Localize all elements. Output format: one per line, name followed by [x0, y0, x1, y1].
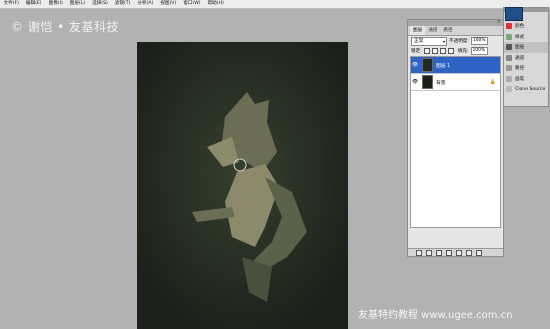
layer-name: 背景: [436, 80, 446, 86]
menu-edit[interactable]: 编辑(E): [22, 0, 45, 8]
channels-icon: [506, 54, 512, 61]
dock-items: 颜色 样式 图层 通道 路径 画笔 Clone Source: [504, 21, 548, 95]
layer-mask-icon[interactable]: [436, 249, 442, 256]
fill-label: 填充:: [457, 49, 469, 54]
visibility-eye-icon[interactable]: 👁: [411, 79, 419, 85]
layers-icon: [506, 44, 512, 51]
menu-file[interactable]: 文件(F): [0, 0, 22, 8]
visibility-eye-icon[interactable]: 👁: [411, 62, 419, 68]
layer-thumbnail: [422, 75, 433, 89]
layers-panel-tabs: 图层 通道 路径: [408, 26, 503, 36]
dock-item-label: 画笔: [515, 76, 525, 82]
trash-icon[interactable]: [476, 249, 482, 256]
tab-layers[interactable]: 图层: [410, 26, 426, 35]
dock-item-paths[interactable]: 路径: [504, 63, 548, 74]
menu-window[interactable]: 窗口(W): [180, 0, 204, 8]
layers-panel-header[interactable]: ×: [408, 19, 503, 26]
tab-paths[interactable]: 路径: [440, 26, 455, 35]
menu-select[interactable]: 选择(S): [89, 0, 112, 8]
close-icon[interactable]: ×: [497, 19, 501, 25]
dock-item-color[interactable]: 颜色: [504, 21, 548, 32]
menu-filter[interactable]: 滤镜(T): [111, 0, 134, 8]
dock-item-label: 路径: [515, 66, 525, 72]
dock-item-label: 颜色: [515, 24, 525, 30]
dock-item-label: 通道: [515, 55, 525, 61]
lock-pixels-icon[interactable]: [431, 48, 438, 54]
dock-item-brushes[interactable]: 画笔: [504, 74, 548, 85]
lock-label: 锁定:: [411, 49, 422, 54]
menu-layer[interactable]: 图层(L): [66, 0, 88, 8]
layers-panel-footer: [408, 248, 503, 256]
dock-item-channels[interactable]: 通道: [504, 53, 548, 64]
lock-icon: 🔒: [489, 79, 496, 85]
dock-item-layers[interactable]: 图层: [504, 42, 548, 53]
dock-item-label: 样式: [515, 34, 525, 40]
layer-row-1[interactable]: 👁 图层 1: [411, 57, 500, 74]
canvas-artwork: [137, 42, 348, 329]
opacity-label: 不透明度:: [449, 39, 469, 44]
brushes-icon: [506, 75, 512, 82]
lock-all-icon[interactable]: [447, 48, 454, 54]
color-icon: [506, 23, 512, 30]
watermark-bottom: 友基特约教程 www.ugee.com.cn: [358, 310, 513, 321]
chevron-down-icon: ▾: [442, 38, 445, 44]
menu-analysis[interactable]: 分析(A): [134, 0, 157, 8]
menu-image[interactable]: 图像(I): [45, 0, 66, 8]
layers-list: 👁 图层 1 👁 背景 🔒: [410, 56, 501, 228]
lock-fill-row: 锁定: 填充: 100%: [408, 46, 503, 56]
collapsed-panel-dock: 颜色 样式 图层 通道 路径 画笔 Clone Source: [503, 7, 549, 107]
layer-row-background[interactable]: 👁 背景 🔒: [411, 74, 500, 91]
clone-source-icon: [506, 86, 512, 93]
menubar: 文件(F) 编辑(E) 图像(I) 图层(L) 选择(S) 滤镜(T) 分析(A…: [0, 0, 550, 9]
blend-opacity-row: 正常 ▾ 不透明度: 100%: [408, 36, 503, 46]
opacity-input[interactable]: 100%: [470, 37, 488, 45]
layer-thumbnail: [422, 58, 433, 72]
layers-panel: × 图层 通道 路径 正常 ▾ 不透明度: 100% 锁定: 填充: 100% …: [407, 19, 504, 257]
blend-mode-select[interactable]: 正常 ▾: [411, 36, 447, 46]
link-layers-icon[interactable]: [416, 249, 422, 256]
adjustment-layer-icon[interactable]: [446, 249, 452, 256]
lock-position-icon[interactable]: [439, 48, 446, 54]
document-canvas[interactable]: [137, 42, 348, 329]
dock-item-clone-source[interactable]: Clone Source: [504, 84, 548, 95]
menu-help[interactable]: 帮助(H): [204, 0, 227, 8]
dock-item-styles[interactable]: 样式: [504, 32, 548, 43]
fill-input[interactable]: 100%: [470, 47, 488, 55]
new-layer-icon[interactable]: [466, 249, 472, 256]
dock-item-label: 图层: [515, 45, 525, 51]
dock-item-label: Clone Source: [515, 86, 546, 92]
watermark-top: © 谢恺 • 友基科技: [11, 20, 120, 34]
blend-mode-value: 正常: [414, 38, 424, 44]
tab-channels[interactable]: 通道: [425, 26, 440, 35]
paths-icon: [506, 65, 512, 72]
new-group-icon[interactable]: [456, 249, 462, 256]
styles-icon: [506, 33, 512, 40]
menu-view[interactable]: 视图(V): [157, 0, 180, 8]
lock-transparency-icon[interactable]: [423, 48, 430, 54]
layer-name: 图层 1: [436, 63, 451, 69]
photoshop-logo-icon[interactable]: [505, 7, 523, 21]
layer-style-icon[interactable]: [426, 249, 432, 256]
